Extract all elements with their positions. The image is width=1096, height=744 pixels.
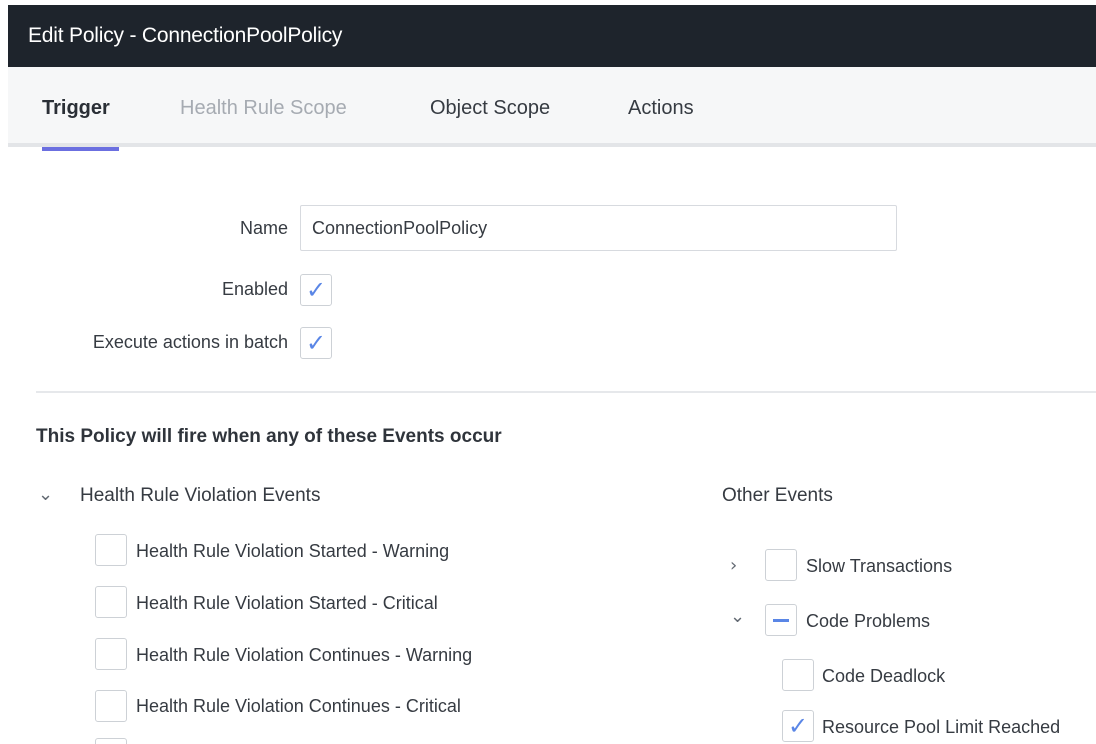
hr-continues-critical-checkbox[interactable] (95, 690, 127, 722)
slow-transactions-checkbox[interactable] (765, 549, 797, 581)
tab-health-rule-scope[interactable]: Health Rule Scope (180, 67, 347, 147)
indeterminate-icon (773, 619, 789, 622)
name-input[interactable] (300, 205, 897, 251)
resource-pool-checkbox[interactable]: ✓ (782, 710, 814, 742)
tab-actions[interactable]: Actions (628, 67, 694, 147)
batch-label: Execute actions in batch (92, 332, 288, 352)
tab-trigger[interactable]: Trigger (42, 67, 119, 151)
other-events-label: Other Events (722, 485, 833, 506)
enabled-label: Enabled (221, 279, 288, 299)
events-section-title: This Policy will fire when any of these … (36, 426, 502, 447)
dialog-title: Edit Policy - ConnectionPoolPolicy (8, 5, 1096, 67)
chevron-right-icon[interactable]: › (730, 555, 737, 576)
chevron-down-icon[interactable]: ⌄ (38, 484, 53, 505)
code-deadlock-label: Code Deadlock (822, 666, 946, 686)
hr-started-critical-label: Health Rule Violation Started - Critical (136, 593, 438, 613)
hr-started-warning-checkbox[interactable] (95, 534, 127, 566)
batch-checkbox[interactable]: ✓ (300, 327, 332, 359)
check-icon: ✓ (787, 712, 809, 740)
hr-started-warning-label: Health Rule Violation Started - Warning (136, 541, 450, 561)
check-icon: ✓ (305, 276, 327, 304)
tab-bar: Trigger Health Rule Scope Object Scope A… (8, 67, 1096, 151)
hr-started-critical-checkbox[interactable] (95, 586, 127, 618)
hr-next-checkbox[interactable] (95, 738, 127, 744)
edit-policy-dialog: Edit Policy - ConnectionPoolPolicy Trigg… (0, 0, 1096, 744)
hr-continues-warning-checkbox[interactable] (95, 638, 127, 670)
tab-object-scope[interactable]: Object Scope (430, 67, 550, 147)
enabled-checkbox[interactable]: ✓ (300, 274, 332, 306)
divider (36, 391, 1096, 393)
code-problems-checkbox[interactable] (765, 604, 797, 636)
health-rule-group-label[interactable]: Health Rule Violation Events (80, 485, 320, 507)
check-icon: ✓ (305, 329, 327, 357)
code-deadlock-checkbox[interactable] (782, 659, 814, 691)
name-label: Name (239, 218, 288, 238)
chevron-down-icon[interactable]: ⌄ (730, 606, 745, 627)
hr-continues-warning-label: Health Rule Violation Continues - Warnin… (136, 645, 473, 665)
resource-pool-label: Resource Pool Limit Reached (822, 717, 1061, 737)
hr-continues-critical-label: Health Rule Violation Continues - Critic… (136, 696, 461, 716)
code-problems-label[interactable]: Code Problems (806, 611, 930, 632)
slow-transactions-label[interactable]: Slow Transactions (806, 556, 952, 577)
